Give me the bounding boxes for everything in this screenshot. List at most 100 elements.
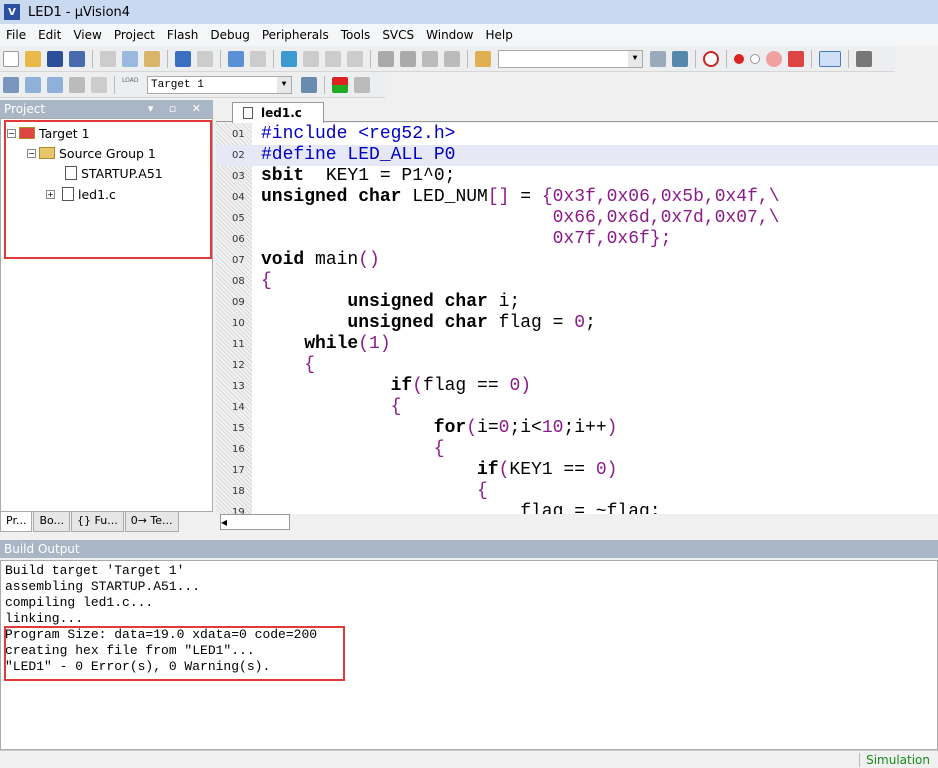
target-options-icon[interactable]	[301, 76, 317, 93]
code-line: 06 0x7f,0x6f};	[216, 229, 938, 250]
tab-functions[interactable]: {} Fu...	[71, 512, 124, 532]
code-line: 17 if(KEY1 == 0)	[216, 460, 938, 481]
disable-breakpoint-icon[interactable]	[750, 53, 760, 64]
load-icon[interactable]: LOAD	[122, 77, 138, 93]
scroll-left-button[interactable]: ◂	[220, 514, 290, 530]
unindent-icon[interactable]	[400, 50, 416, 67]
bookmark-icon[interactable]	[281, 50, 297, 67]
tab-led1-c[interactable]: led1.c	[232, 102, 324, 123]
code-token: KEY1 ==	[509, 460, 596, 480]
batch-build-icon[interactable]	[69, 76, 85, 93]
tab-project[interactable]: Pr...	[0, 512, 33, 532]
paste-icon[interactable]	[144, 50, 160, 67]
code-token: void	[261, 250, 305, 270]
editor-tabs: led1.c	[216, 100, 938, 123]
code-line: 12 {	[216, 355, 938, 376]
output-line: compiling led1.c...	[5, 595, 154, 610]
code-text: {	[304, 355, 315, 376]
menu-file[interactable]: File	[0, 28, 32, 42]
menu-tools[interactable]: Tools	[335, 28, 377, 42]
menu-flash[interactable]: Flash	[161, 28, 204, 42]
prev-bookmark-icon[interactable]	[303, 50, 319, 67]
code-token: 0	[498, 418, 510, 438]
code-line: 11 while(1)	[216, 334, 938, 355]
code-text: 0x66,0x6d,0x7d,0x07,\	[553, 208, 780, 229]
back-icon[interactable]	[228, 50, 244, 67]
find-icon[interactable]	[650, 50, 666, 67]
code-token: {	[477, 481, 488, 501]
code-text: if(flag == 0)	[391, 376, 531, 397]
debug-session-icon[interactable]	[703, 50, 719, 67]
code-token: unsigned char	[347, 313, 488, 333]
code-token: )	[606, 460, 618, 480]
code-text: sbit KEY1 = P1^0;	[261, 166, 455, 187]
new-file-icon[interactable]	[3, 50, 19, 67]
line-number: 12	[232, 360, 245, 371]
code-token: (	[412, 376, 424, 396]
open-icon[interactable]	[25, 50, 41, 67]
code-line: 13 if(flag == 0)	[216, 376, 938, 397]
code-token: unsigned char	[347, 292, 488, 312]
line-number: 07	[232, 255, 245, 266]
line-number: 01	[232, 129, 245, 140]
build-output-header: Build Output	[0, 540, 938, 558]
menu-debug[interactable]: Debug	[204, 28, 255, 42]
translate-icon[interactable]	[3, 76, 19, 93]
status-bar: Simulation	[0, 750, 938, 768]
menu-view[interactable]: View	[67, 28, 107, 42]
tab-templates[interactable]: 0→ Te...	[124, 512, 179, 532]
code-text: {	[477, 481, 488, 502]
menu-peripherals[interactable]: Peripherals	[256, 28, 335, 42]
indent-icon[interactable]	[378, 50, 394, 67]
code-token: ;i++	[563, 418, 607, 438]
uncomment-icon[interactable]	[444, 50, 460, 67]
cut-icon[interactable]	[100, 50, 116, 67]
copy-icon[interactable]	[122, 50, 138, 67]
code-text: unsigned char LED_NUM[] = {0x3f,0x06,0x5…	[261, 187, 780, 208]
code-token: unsigned char	[261, 187, 402, 207]
panel-controls[interactable]: ▾ ▫ ✕	[148, 100, 207, 118]
menu-help[interactable]: Help	[479, 28, 518, 42]
stop-build-icon[interactable]	[91, 76, 107, 93]
code-line: 04 unsigned char LED_NUM[] = {0x3f,0x06,0…	[216, 187, 938, 208]
next-bookmark-icon[interactable]	[325, 50, 341, 67]
comment-icon[interactable]	[422, 50, 438, 67]
line-number: 05	[232, 213, 245, 224]
code-text: #include <reg52.h>	[261, 124, 455, 145]
code-token: ;	[585, 313, 596, 333]
find-in-files-icon[interactable]	[475, 50, 491, 67]
output-line: assembling STARTUP.A51...	[5, 579, 201, 594]
code-editor[interactable]: 01 #include <reg52.h> 02 #define LED_ALL P0…	[216, 123, 938, 514]
code-line: 01 #include <reg52.h>	[216, 124, 938, 145]
save-icon[interactable]	[47, 50, 63, 67]
target-select[interactable]: Target 1 ▼	[147, 75, 292, 94]
code-token: #include <reg52.h>	[261, 124, 456, 144]
build-icon[interactable]	[25, 76, 41, 93]
multi-project-icon[interactable]	[354, 76, 370, 93]
code-token: flag =	[487, 313, 575, 333]
line-number: 18	[232, 486, 245, 497]
tab-books[interactable]: Bo...	[33, 512, 71, 532]
redo-icon[interactable]	[197, 50, 213, 67]
menu-svcs[interactable]: SVCS	[376, 28, 420, 42]
configure-icon[interactable]	[856, 50, 872, 67]
menu-project[interactable]: Project	[108, 28, 161, 42]
breakpoint-icon[interactable]	[734, 53, 744, 64]
clear-bookmarks-icon[interactable]	[347, 50, 363, 67]
kill-breakpoints-icon[interactable]	[788, 50, 804, 67]
code-line: 14 {	[216, 397, 938, 418]
disable-all-breakpoints-icon[interactable]	[766, 50, 782, 67]
menu-window[interactable]: Window	[420, 28, 479, 42]
horizontal-scrollbar[interactable]: ◂	[216, 514, 938, 532]
undo-icon[interactable]	[175, 50, 191, 67]
save-all-icon[interactable]	[69, 50, 85, 67]
code-text: void main()	[261, 250, 380, 271]
manage-components-icon[interactable]	[332, 76, 348, 93]
window-layout-icon[interactable]	[819, 50, 841, 67]
rebuild-icon[interactable]	[47, 76, 63, 93]
find-combo[interactable]: ▼	[498, 49, 643, 68]
code-text: if(KEY1 == 0)	[477, 460, 617, 481]
forward-icon[interactable]	[250, 50, 266, 67]
incremental-find-icon[interactable]	[672, 50, 688, 67]
menu-edit[interactable]: Edit	[32, 28, 67, 42]
